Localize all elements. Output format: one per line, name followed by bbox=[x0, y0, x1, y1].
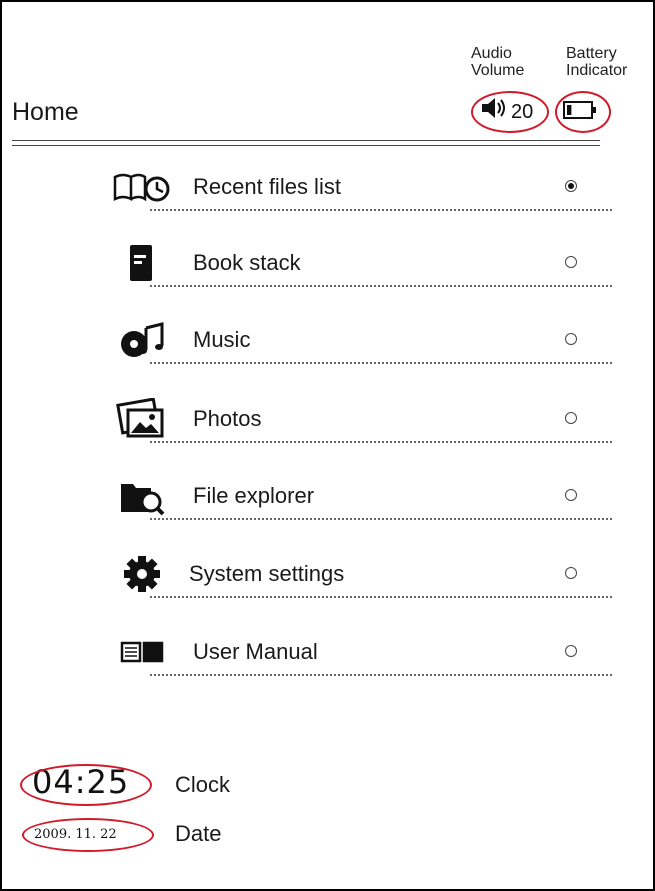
row-divider bbox=[150, 596, 612, 598]
menu-item-system-settings[interactable]: System settings bbox=[107, 554, 612, 630]
music-icon bbox=[107, 320, 177, 360]
annotation-line: Indicator bbox=[566, 62, 628, 79]
menu-item-label: System settings bbox=[189, 561, 345, 586]
row-divider bbox=[150, 285, 612, 287]
row-divider bbox=[150, 362, 612, 364]
row-divider bbox=[150, 441, 612, 443]
menu-item-label: Recent files list bbox=[193, 174, 341, 199]
annotation-line: Audio bbox=[471, 45, 512, 62]
radio-unselected[interactable] bbox=[565, 412, 577, 424]
radio-unselected[interactable] bbox=[565, 645, 577, 657]
battery-indicator-annotation: Battery Indicator bbox=[566, 45, 627, 79]
menu-item-label: File explorer bbox=[193, 483, 315, 508]
radio-unselected[interactable] bbox=[565, 333, 577, 345]
screen-frame: Audio Volume Battery Indicator Home 20 R… bbox=[0, 0, 655, 891]
gear-icon bbox=[107, 554, 177, 594]
header-divider bbox=[12, 145, 600, 146]
menu-item-label: User Manual bbox=[193, 639, 318, 664]
menu-item-label: Book stack bbox=[193, 250, 301, 275]
menu-item-file-explorer[interactable]: File explorer bbox=[107, 476, 612, 552]
menu-item-label: Photos bbox=[193, 406, 262, 431]
date-highlight bbox=[22, 818, 154, 852]
menu-item-label: Music bbox=[193, 327, 251, 352]
menu-item-music[interactable]: Music bbox=[107, 320, 612, 396]
menu-item-photos[interactable]: Photos bbox=[107, 398, 612, 475]
row-divider bbox=[150, 209, 612, 211]
menu-item-recent-files[interactable]: Recent files list bbox=[107, 167, 612, 243]
radio-unselected[interactable] bbox=[565, 567, 577, 579]
photos-icon bbox=[107, 398, 177, 439]
annotation-line: Volume bbox=[471, 62, 525, 79]
radio-selected[interactable] bbox=[565, 180, 577, 192]
menu-item-book-stack[interactable]: Book stack bbox=[107, 243, 612, 319]
manual-icon bbox=[107, 632, 177, 672]
row-divider bbox=[150, 518, 612, 520]
recent-files-icon bbox=[107, 167, 177, 207]
battery-highlight bbox=[555, 91, 611, 133]
page-title: Home bbox=[12, 98, 79, 126]
radio-unselected[interactable] bbox=[565, 256, 577, 268]
radio-unselected[interactable] bbox=[565, 489, 577, 501]
row-divider bbox=[150, 674, 612, 676]
volume-highlight bbox=[471, 91, 549, 133]
menu-item-user-manual[interactable]: User Manual bbox=[107, 632, 612, 708]
header-divider bbox=[12, 140, 600, 141]
date-annotation: Date bbox=[175, 821, 222, 846]
audio-volume-annotation: Audio Volume bbox=[471, 45, 524, 79]
clock-annotation: Clock bbox=[175, 772, 231, 797]
book-icon bbox=[107, 243, 177, 283]
clock-highlight bbox=[20, 764, 152, 806]
folder-search-icon bbox=[107, 476, 177, 516]
annotation-line: Battery bbox=[566, 45, 617, 62]
